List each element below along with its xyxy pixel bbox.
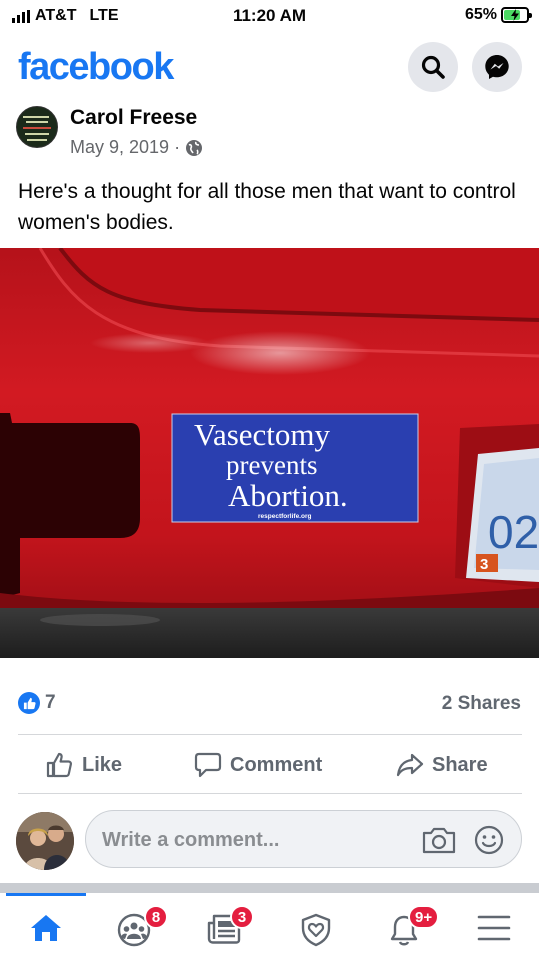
shares-count[interactable]: 2 Shares [442,693,521,715]
messenger-icon [485,55,509,79]
author-avatar[interactable] [16,106,58,148]
reaction-summary[interactable]: 7 [18,692,56,714]
notifications-badge: 9+ [408,905,440,929]
tab-menu[interactable] [464,905,524,955]
status-bar: AT&T LTE 11:20 AM 65% [0,0,539,34]
share-icon [396,753,424,777]
post-actions: Like Comment Share [0,744,539,788]
plate-text: 02 [488,506,539,558]
tab-news[interactable]: 3 [194,905,254,955]
tab-groups[interactable]: 8 [104,905,168,955]
like-count: 7 [45,692,56,713]
car-bumper-image: 02 3 Vasectomy prevents Abortion. respec… [0,248,539,658]
battery-icon [501,7,532,23]
tab-notifications[interactable]: 9+ [374,905,440,955]
like-button[interactable]: Like [46,752,122,778]
comment-input[interactable]: Write a comment... [85,810,522,868]
comment-button[interactable]: Comment [194,752,322,778]
post-text: Here's a thought for all those men that … [18,180,516,234]
messenger-button[interactable] [472,42,522,92]
battery-percent: 65% [464,6,497,23]
post-header: Carol Freese May 9, 2019 · [0,100,539,168]
tab-protect[interactable] [286,905,346,955]
shield-icon [301,913,331,947]
globe-icon [186,139,203,156]
sticker-line-3: Abortion. [228,478,348,513]
comment-placeholder: Write a comment... [102,829,280,851]
sticker-line-1: Vasectomy [194,417,331,452]
divider [18,734,522,735]
post: Carol Freese May 9, 2019 · Here's a thou… [0,100,539,234]
share-label: Share [432,753,488,776]
author-name[interactable]: Carol Freese [70,106,197,130]
comment-composer: Write a comment... [0,806,539,872]
bottom-tab-bar: 8 3 9+ [0,893,539,960]
comment-label: Comment [230,753,323,776]
share-button[interactable]: Share [396,752,488,778]
facebook-logo[interactable]: facebook [18,46,174,89]
groups-badge: 8 [144,905,168,929]
like-reaction-icon [18,692,40,714]
search-icon [421,55,445,79]
sticker-url: respectforlife.org [258,513,311,520]
thumbs-up-icon [46,752,72,778]
search-button[interactable] [408,42,458,92]
clock: 11:20 AM [232,6,307,25]
comment-icon [194,752,222,778]
tab-home[interactable] [6,893,86,955]
menu-icon [477,915,511,941]
like-label: Like [82,753,123,776]
post-meta: May 9, 2019 · [70,137,203,158]
meta-separator: · [174,137,181,157]
status-right: 65% [464,6,532,24]
plate-sticker: 3 [480,556,488,573]
post-stats: 7 2 Shares [0,690,539,720]
news-badge: 3 [230,905,254,929]
sticker-line-2: prevents [226,450,317,480]
home-icon [31,915,61,941]
post-date[interactable]: May 9, 2019 [70,137,169,158]
camera-icon[interactable] [421,825,457,855]
divider [18,793,522,794]
emoji-icon[interactable] [473,824,505,856]
app-header: facebook [0,38,539,98]
post-photo[interactable]: 02 3 Vasectomy prevents Abortion. respec… [0,248,539,658]
feed-separator [0,883,539,893]
user-avatar[interactable] [16,812,74,870]
